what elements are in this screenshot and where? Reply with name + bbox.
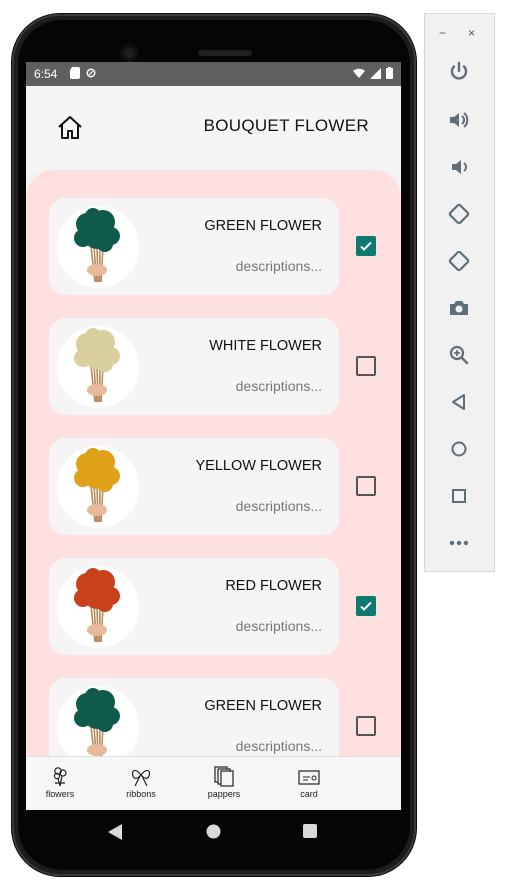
earpiece-speaker: [198, 50, 252, 56]
check-icon: [360, 601, 372, 611]
flower-name: GREEN FLOWER: [204, 218, 322, 234]
ribbon-icon: [131, 769, 151, 787]
card-icon: [298, 770, 320, 785]
nav-label: ribbons: [126, 789, 156, 799]
flower-name: RED FLOWER: [225, 578, 322, 594]
select-checkbox[interactable]: [356, 596, 376, 616]
nav-item-ribbons[interactable]: ribbons: [111, 765, 171, 799]
nav-label: pappers: [207, 789, 241, 799]
bouquet-icon: [74, 688, 120, 760]
flower-card[interactable]: YELLOW FLOWER descriptions...: [49, 438, 339, 535]
status-bar: 6:54: [26, 62, 401, 86]
flower-image: [57, 566, 139, 648]
flower-description: descriptions...: [235, 618, 322, 634]
data-saver-icon: [86, 68, 96, 78]
more-icon[interactable]: [447, 531, 471, 555]
page-title: BOUQUET FLOWER: [203, 116, 369, 135]
bouquet-icon: [74, 568, 120, 643]
flower-description: descriptions...: [235, 498, 322, 514]
bouquet-icon: [74, 208, 120, 283]
nav-label: flowers: [45, 789, 75, 799]
flower-name: YELLOW FLOWER: [195, 458, 323, 474]
volume-down-icon[interactable]: [447, 155, 471, 179]
flower-card[interactable]: RED FLOWER descriptions...: [49, 558, 339, 655]
paper-icon: [214, 766, 234, 787]
home-icon[interactable]: [56, 114, 84, 142]
flower-list: GREEN FLOWER descriptions... WHITE FLOWER d…: [26, 170, 401, 760]
bouquet-icon: [53, 767, 67, 787]
flower-card[interactable]: WHITE FLOWER descriptions...: [49, 318, 339, 415]
back-icon[interactable]: [447, 390, 471, 414]
flower-card[interactable]: GREEN FLOWER descriptions...: [49, 198, 339, 295]
app-screen: 6:54 BOUQUET FLOWER GREEN FLOWER descript…: [26, 62, 401, 810]
battery-icon: [386, 67, 393, 79]
home-circle-icon[interactable]: [206, 824, 221, 839]
camera-icon[interactable]: [447, 296, 471, 320]
nav-label: card: [300, 789, 318, 799]
sd-card-icon: [70, 67, 80, 79]
flower-description: descriptions...: [235, 378, 322, 394]
volume-up-icon[interactable]: [447, 108, 471, 132]
flower-image: [57, 686, 139, 760]
front-camera: [120, 44, 138, 62]
select-checkbox[interactable]: [356, 716, 376, 736]
power-icon[interactable]: [447, 60, 471, 84]
nav-item-pappers[interactable]: pappers: [194, 765, 254, 799]
overview-icon[interactable]: [447, 484, 471, 508]
home-icon[interactable]: [447, 437, 471, 461]
nav-item-flowers[interactable]: flowers: [30, 765, 90, 799]
flower-image: [57, 446, 139, 528]
flower-name: GREEN FLOWER: [204, 698, 322, 714]
minimize-button[interactable]: −: [439, 26, 446, 40]
flower-name: WHITE FLOWER: [209, 338, 322, 354]
wifi-icon: [353, 68, 365, 78]
close-button[interactable]: ×: [468, 26, 475, 40]
select-checkbox[interactable]: [356, 356, 376, 376]
rotate-left-icon[interactable]: [447, 202, 471, 226]
flower-image: [57, 206, 139, 288]
select-checkbox[interactable]: [356, 236, 376, 256]
bouquet-icon: [74, 448, 120, 523]
flower-description: descriptions...: [235, 738, 322, 754]
flower-description: descriptions...: [235, 258, 322, 274]
rotate-right-icon[interactable]: [447, 249, 471, 273]
flower-image: [57, 326, 139, 408]
status-time: 6:54: [34, 67, 58, 81]
app-header: BOUQUET FLOWER: [26, 86, 401, 170]
check-icon: [360, 241, 372, 251]
select-checkbox[interactable]: [356, 476, 376, 496]
bouquet-icon: [74, 328, 120, 403]
nav-item-card[interactable]: card: [279, 765, 339, 799]
back-icon[interactable]: [108, 824, 122, 840]
system-navigation-bar: [26, 810, 401, 854]
signal-icon: [370, 67, 381, 79]
flower-card[interactable]: GREEN FLOWER descriptions...: [49, 678, 339, 760]
zoom-icon[interactable]: [447, 343, 471, 367]
recents-icon[interactable]: [303, 824, 317, 838]
emulator-toolbar: − ×: [424, 13, 495, 572]
bottom-navigation: flowers ribbons pappers card: [26, 756, 401, 810]
